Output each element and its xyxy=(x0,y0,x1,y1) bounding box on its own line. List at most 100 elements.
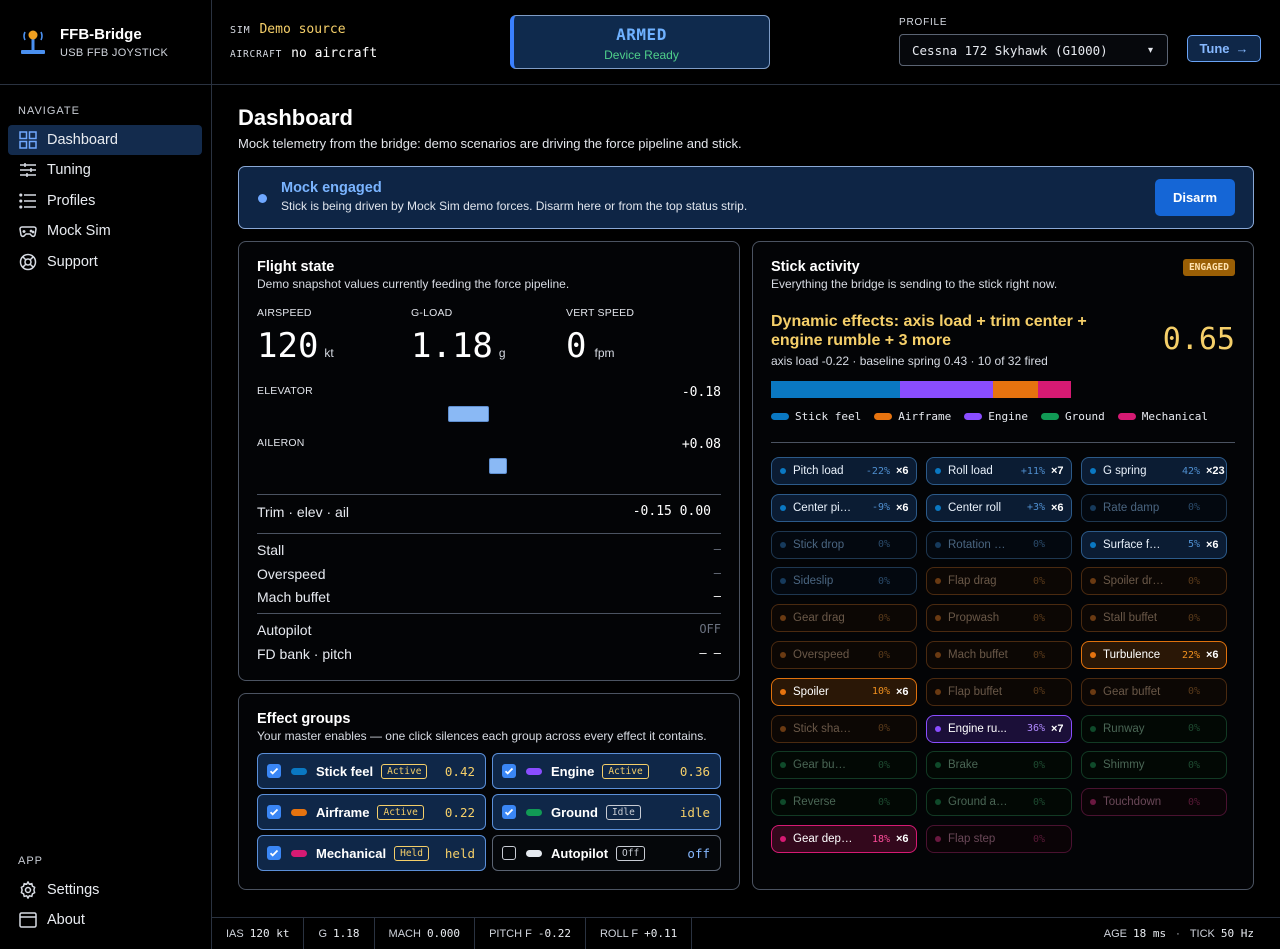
effect-dot xyxy=(935,725,941,732)
effect-name: Sideslip xyxy=(793,575,834,588)
effect-chip-stick-shaker[interactable]: Stick shaker 0% xyxy=(771,714,917,743)
page-title: Dashboard xyxy=(238,105,353,130)
effect-chip-turbulence[interactable]: Turbulence 22% ×6 xyxy=(1081,641,1227,669)
nav-label: Mock Sim xyxy=(47,223,111,239)
mach-label: MACH xyxy=(388,927,421,940)
effect-dot xyxy=(935,652,941,658)
effect-chip-ground-accel[interactable]: Ground accel 0% xyxy=(926,788,1072,817)
nav-label: Profiles xyxy=(47,193,96,209)
effect-name: Pitch load xyxy=(793,465,844,477)
group-toggle-engine[interactable]: Engine Active 0.36 xyxy=(492,753,721,789)
effect-chip-flap-drag[interactable]: Flap drag 0% xyxy=(926,567,1072,596)
tick-label: TICK xyxy=(1189,927,1215,940)
profile-select[interactable]: Cessna 172 Skyhawk (G1000) ▾ xyxy=(899,34,1168,66)
trim-value: -0.15 0.00 xyxy=(632,504,711,519)
effect-chip-engine-ru[interactable]: Engine ru... 36% ×7 xyxy=(926,714,1072,743)
mach-buffet-row: Mach buffet — xyxy=(257,589,721,605)
effect-chip-sideslip[interactable]: Sideslip 0% xyxy=(771,567,917,596)
effect-name: Runway xyxy=(1103,722,1145,735)
effect-chip-rate-damp[interactable]: Rate damp 0% xyxy=(1081,493,1227,522)
divider xyxy=(257,533,721,534)
effect-chip-gear-drag[interactable]: Gear drag 0% xyxy=(771,604,917,633)
effect-chip-stall-buffet[interactable]: Stall buffet 0% xyxy=(1081,604,1227,633)
effect-percent: 0% xyxy=(877,612,890,624)
gamepad-icon xyxy=(19,226,37,238)
group-toggle-mechanical[interactable]: Mechanical Held held xyxy=(257,835,486,871)
effect-chip-flap-step[interactable]: Flap step 0% xyxy=(926,825,1072,853)
effect-chip-gear-deploy[interactable]: Gear deploy 18% ×6 xyxy=(771,825,917,853)
armed-status[interactable]: ARMED Device Ready xyxy=(510,15,770,69)
effect-count: ×7 xyxy=(1051,465,1064,477)
checkbox[interactable] xyxy=(502,764,516,778)
elevator-bar xyxy=(447,406,489,422)
effect-dot xyxy=(780,615,786,622)
nav-item-about[interactable]: About xyxy=(8,905,202,935)
effect-count: ×6 xyxy=(1206,538,1219,551)
group-toggle-airframe[interactable]: Airframe Active 0.22 xyxy=(257,794,486,830)
effect-dot xyxy=(1090,762,1096,769)
effect-percent: +11% xyxy=(1020,465,1045,477)
group-value: 0.42 xyxy=(444,763,475,779)
mix-segment-airframe xyxy=(993,381,1038,398)
group-status-badge: Active xyxy=(377,804,424,820)
effect-groups-card: Effect groups Your master enables — one … xyxy=(238,693,740,890)
g-value: 1.18 xyxy=(333,927,360,940)
ias-label: IAS xyxy=(226,927,244,940)
effect-name: Rotation kick xyxy=(948,538,1009,551)
effect-dot xyxy=(935,504,941,511)
effect-chip-propwash[interactable]: Propwash 0% xyxy=(926,604,1072,633)
effect-chip-center-pitch[interactable]: Center pitch -9% ×6 xyxy=(771,493,917,522)
effect-chip-gear-buffet[interactable]: Gear buffet 0% xyxy=(1081,677,1227,706)
nav-item-profiles[interactable]: Profiles xyxy=(8,186,202,216)
effect-chip-runway[interactable]: Runway 0% xyxy=(1081,714,1227,743)
checkbox[interactable] xyxy=(502,805,516,819)
ias-readout: IAS 120 kt xyxy=(212,918,305,949)
checkbox[interactable] xyxy=(267,764,281,778)
banner-text: Stick is being driven by Mock Sim demo f… xyxy=(281,199,748,213)
group-toggle-stick-feel[interactable]: Stick feel Active 0.42 xyxy=(257,753,486,789)
effect-chip-reverse[interactable]: Reverse 0% xyxy=(771,788,917,817)
effect-chip-roll-load[interactable]: Roll load +11% ×7 xyxy=(926,457,1072,485)
effect-dot xyxy=(1090,688,1096,695)
effect-chip-spoiler[interactable]: Spoiler 10% ×6 xyxy=(771,677,917,706)
divider xyxy=(257,613,721,614)
roll-label: ROLL F xyxy=(599,927,639,940)
group-toggle-ground[interactable]: Ground Idle idle xyxy=(492,794,721,830)
effect-chip-pitch-load[interactable]: Pitch load -22% ×6 xyxy=(771,457,917,485)
effect-chip-mach-buffet[interactable]: Mach buffet 0% xyxy=(926,641,1072,669)
effect-chip-stick-drop[interactable]: Stick drop 0% xyxy=(771,530,917,559)
effect-chip-overspeed[interactable]: Overspeed 0% xyxy=(771,641,917,669)
card-title: Stick activity xyxy=(771,259,860,275)
group-name: Engine xyxy=(551,763,595,779)
stall-label: Stall xyxy=(257,542,285,558)
group-color-swatch xyxy=(291,767,307,775)
nav-item-settings[interactable]: Settings xyxy=(8,875,202,905)
effect-chip-brake[interactable]: Brake 0% xyxy=(926,751,1072,780)
effect-dot xyxy=(935,578,941,585)
effect-chip-gear-bumps[interactable]: Gear bumps 0% xyxy=(771,751,917,780)
disarm-button[interactable]: Disarm xyxy=(1155,179,1235,216)
effect-chip-shimmy[interactable]: Shimmy 0% xyxy=(1081,751,1227,780)
nav-item-mock-sim[interactable]: Mock Sim xyxy=(8,216,202,246)
checkbox[interactable] xyxy=(267,805,281,819)
effect-dot xyxy=(1090,615,1096,622)
stall-value: — xyxy=(713,542,721,556)
effect-chip-center-roll[interactable]: Center roll +3% ×6 xyxy=(926,493,1072,522)
nav-item-dashboard[interactable]: Dashboard xyxy=(8,125,202,155)
effect-chip-surface-foll[interactable]: Surface foll... 5% ×6 xyxy=(1081,530,1227,559)
effect-chip-touchdown[interactable]: Touchdown 0% xyxy=(1081,788,1227,817)
nav-item-support[interactable]: Support xyxy=(8,247,202,277)
effect-name: Stick shaker xyxy=(793,722,854,735)
force-mix-bar xyxy=(771,381,1071,398)
effect-chip-g-spring[interactable]: G spring 42% ×23 xyxy=(1081,457,1227,485)
checkbox[interactable] xyxy=(267,846,281,860)
nav-item-tuning[interactable]: Tuning xyxy=(8,155,202,185)
effect-chip-flap-buffet[interactable]: Flap buffet 0% xyxy=(926,677,1072,706)
effect-name: Rate damp xyxy=(1103,501,1160,514)
effect-chip-rotation-kick[interactable]: Rotation kick 0% xyxy=(926,530,1072,559)
effect-chip-spoiler-drag[interactable]: Spoiler drag 0% xyxy=(1081,567,1227,596)
effect-name: Spoiler drag xyxy=(1103,575,1164,588)
checkbox[interactable] xyxy=(502,846,516,860)
group-toggle-autopilot[interactable]: Autopilot Off off xyxy=(492,835,721,871)
tune-button[interactable]: Tune → xyxy=(1187,35,1261,62)
